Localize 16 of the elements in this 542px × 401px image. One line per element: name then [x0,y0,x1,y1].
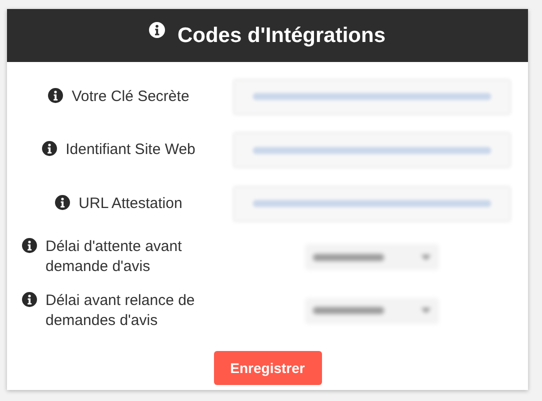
input-field[interactable] [233,186,511,222]
field-label: Délai d'attente avant demande d'avis [46,237,183,278]
input-field[interactable] [233,78,511,115]
info-icon[interactable] [48,88,63,103]
info-icon[interactable] [42,141,57,156]
info-icon[interactable] [22,238,36,254]
info-icon[interactable] [22,292,36,307]
input-field[interactable] [233,132,511,168]
info-icon[interactable] [54,194,70,210]
field-label: Délai avant relance de demandes d'avis [46,290,196,331]
info-icon[interactable] [149,22,166,38]
field-label: Votre Clé Secrète [72,86,190,107]
panel-title: Codes d'Intégrations [177,24,386,48]
field-label: URL Attestation [78,194,182,214]
field-label: Identifiant Site Web [66,140,196,160]
save-button[interactable]: Enregistrer [214,350,322,384]
